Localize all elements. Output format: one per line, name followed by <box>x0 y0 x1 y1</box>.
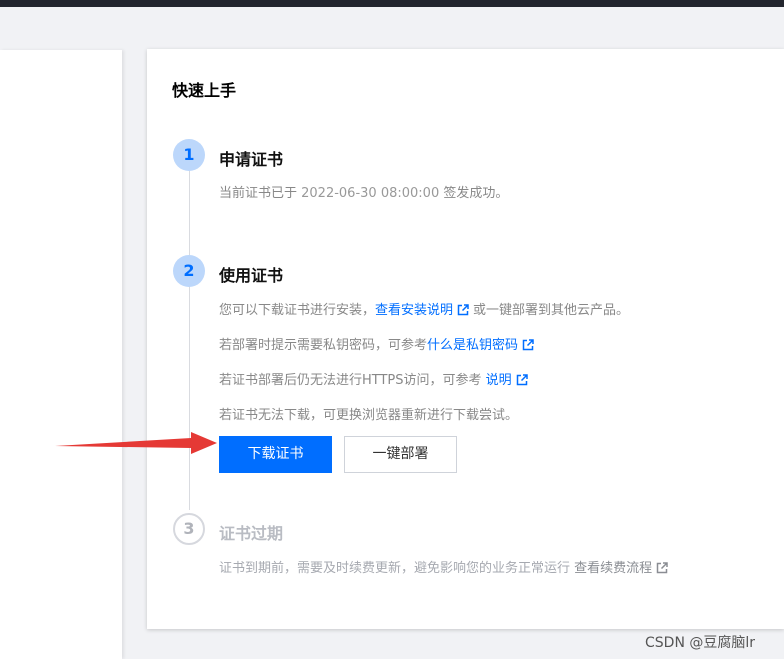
step-2-line-2: 若部署时提示需要私钥密码，可参考什么是私钥密码 <box>219 334 538 353</box>
step-2-line-2-text: 若部署时提示需要私钥密码，可参考 <box>219 338 428 353</box>
external-link-icon[interactable] <box>522 339 534 351</box>
step-1-number: 1 <box>173 139 205 171</box>
step-3-title: 证书过期 <box>219 524 284 543</box>
download-certificate-button[interactable]: 下载证书 <box>219 436 332 473</box>
step-2-line-1: 您可以下载证书进行安装，查看安装说明 或一键部署到其他云产品。 <box>219 299 629 318</box>
external-link-icon[interactable] <box>656 562 668 574</box>
step-3-description: 证书到期前，需要及时续费更新，避免影响您的业务正常运行 查看续费流程 <box>219 557 672 576</box>
issue-date: 2022-06-30 08:00:00 <box>301 186 440 201</box>
external-link-icon[interactable] <box>457 304 469 316</box>
step-2-line-3: 若证书部署后仍无法进行HTTPS访问，可参考 说明 <box>219 369 532 388</box>
step-2-title: 使用证书 <box>219 266 284 285</box>
step-2-line-3-text: 若证书部署后仍无法进行HTTPS访问，可参考 <box>219 373 486 388</box>
step-2-number: 2 <box>173 255 205 287</box>
private-key-password-link[interactable]: 什么是私钥密码 <box>427 338 518 353</box>
step-3-number: 3 <box>173 513 205 545</box>
one-click-deploy-button[interactable]: 一键部署 <box>344 436 457 473</box>
quick-start-card: 快速上手 1 申请证书 当前证书已于 2022-06-30 08:00:00 签… <box>147 49 784 629</box>
step-1-desc-suffix: 签发成功。 <box>439 186 509 201</box>
card-title: 快速上手 <box>172 81 237 100</box>
renewal-process-link[interactable]: 查看续费流程 <box>574 561 652 576</box>
step-1-desc-prefix: 当前证书已于 <box>219 186 302 201</box>
https-explanation-link[interactable]: 说明 <box>486 373 512 388</box>
install-guide-link[interactable]: 查看安装说明 <box>375 303 453 318</box>
external-link-icon[interactable] <box>516 374 528 386</box>
top-nav-bar <box>0 0 784 7</box>
arrow-icon <box>55 432 217 454</box>
step-2-line-1-text: 您可以下载证书进行安装， <box>219 303 376 318</box>
step-1-title: 申请证书 <box>219 150 284 169</box>
step-2-line-1-suffix: 或一键部署到其他云产品。 <box>473 303 630 318</box>
step-3-desc-text: 证书到期前，需要及时续费更新，避免影响您的业务正常运行 <box>219 561 575 576</box>
step-2-line-4: 若证书无法下载，可更换浏览器重新进行下载尝试。 <box>219 408 519 423</box>
watermark: CSDN @豆腐脑lr <box>645 635 756 651</box>
step-1-description: 当前证书已于 2022-06-30 08:00:00 签发成功。 <box>219 182 508 201</box>
left-panel <box>0 50 122 659</box>
